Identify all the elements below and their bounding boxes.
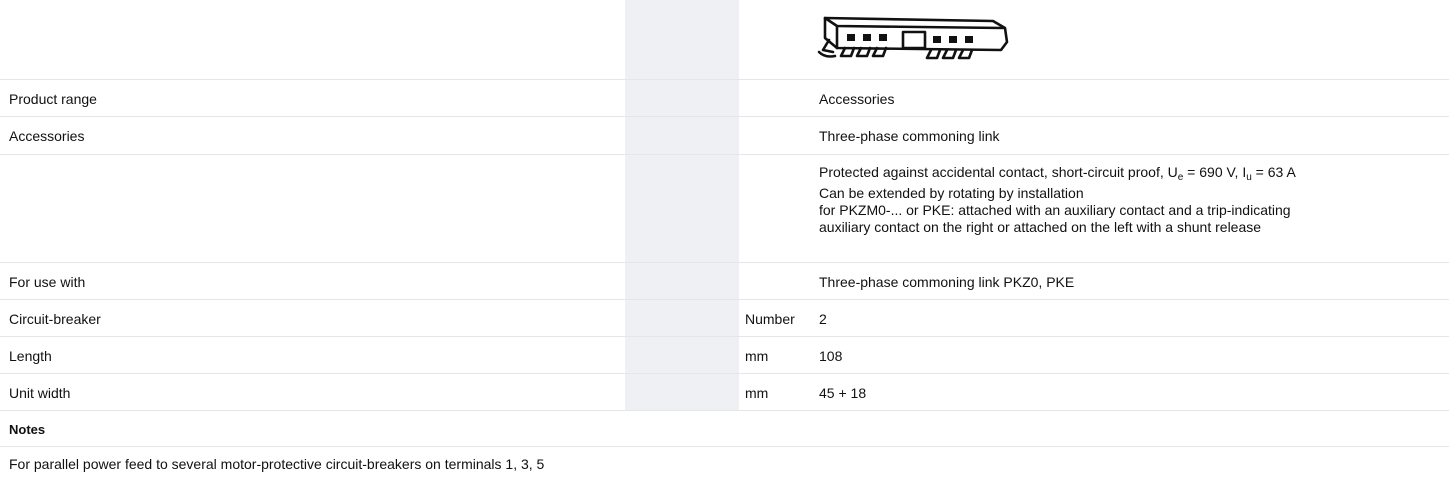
label-circuit-breaker: Circuit-breaker: [9, 311, 101, 327]
row-unit-width: Unit width mm 45 + 18: [0, 374, 1449, 411]
description-line-extend: Can be extended by rotating by installat…: [819, 185, 1084, 201]
unit-column-shade: [625, 155, 739, 262]
unit-length: mm: [745, 348, 769, 364]
unit-column-shade: [625, 117, 739, 154]
unit-circuit-breaker: Number: [745, 311, 795, 327]
value-product-range: Accessories: [819, 91, 895, 107]
unit-column-shade: [625, 300, 739, 336]
label-unit-width: Unit width: [9, 385, 71, 401]
value-accessories: Three-phase commoning link: [819, 128, 1000, 144]
spec-table: Product range Accessories Accessories Th…: [0, 0, 1449, 492]
row-circuit-breaker: Circuit-breaker Number 2: [0, 300, 1449, 337]
label-product-range: Product range: [9, 91, 97, 107]
unit-column-shade: [625, 337, 739, 373]
commoning-link-drawing-icon: [817, 12, 1013, 69]
row-notes-heading: Notes: [0, 411, 1449, 447]
unit-unit-width: mm: [745, 385, 769, 401]
value-circuit-breaker: 2: [819, 311, 827, 327]
description-line-pkzm0: for PKZM0-... or PKE: attached with an a…: [819, 202, 1291, 218]
unit-column-shade: [625, 80, 739, 116]
row-notes-text: For parallel power feed to several motor…: [0, 447, 1449, 492]
unit-column-shade: [625, 263, 739, 299]
label-accessories: Accessories: [9, 128, 85, 144]
value-for-use-with: Three-phase commoning link PKZ0, PKE: [819, 274, 1075, 290]
row-accessories: Accessories Three-phase commoning link: [0, 117, 1449, 155]
value-length: 108: [819, 348, 843, 364]
unit-column-shade: [625, 374, 739, 410]
notes-heading: Notes: [9, 422, 46, 437]
image-row: [0, 0, 1449, 80]
row-length: Length mm 108: [0, 337, 1449, 374]
unit-column-shade: [625, 0, 739, 79]
row-product-range: Product range Accessories: [0, 80, 1449, 117]
row-for-use-with: For use with Three-phase commoning link …: [0, 263, 1449, 300]
notes-text: For parallel power feed to several motor…: [9, 456, 545, 472]
description-line-ratings: Protected against accidental contact, sh…: [819, 164, 1296, 183]
label-length: Length: [9, 348, 52, 364]
row-description: Protected against accidental contact, sh…: [0, 155, 1449, 263]
value-unit-width: 45 + 18: [819, 385, 867, 401]
description-line-auxiliary: auxiliary contact on the right or attach…: [819, 219, 1262, 235]
label-for-use-with: For use with: [9, 274, 86, 290]
description-text: Protected against accidental contact, sh…: [819, 164, 1439, 236]
